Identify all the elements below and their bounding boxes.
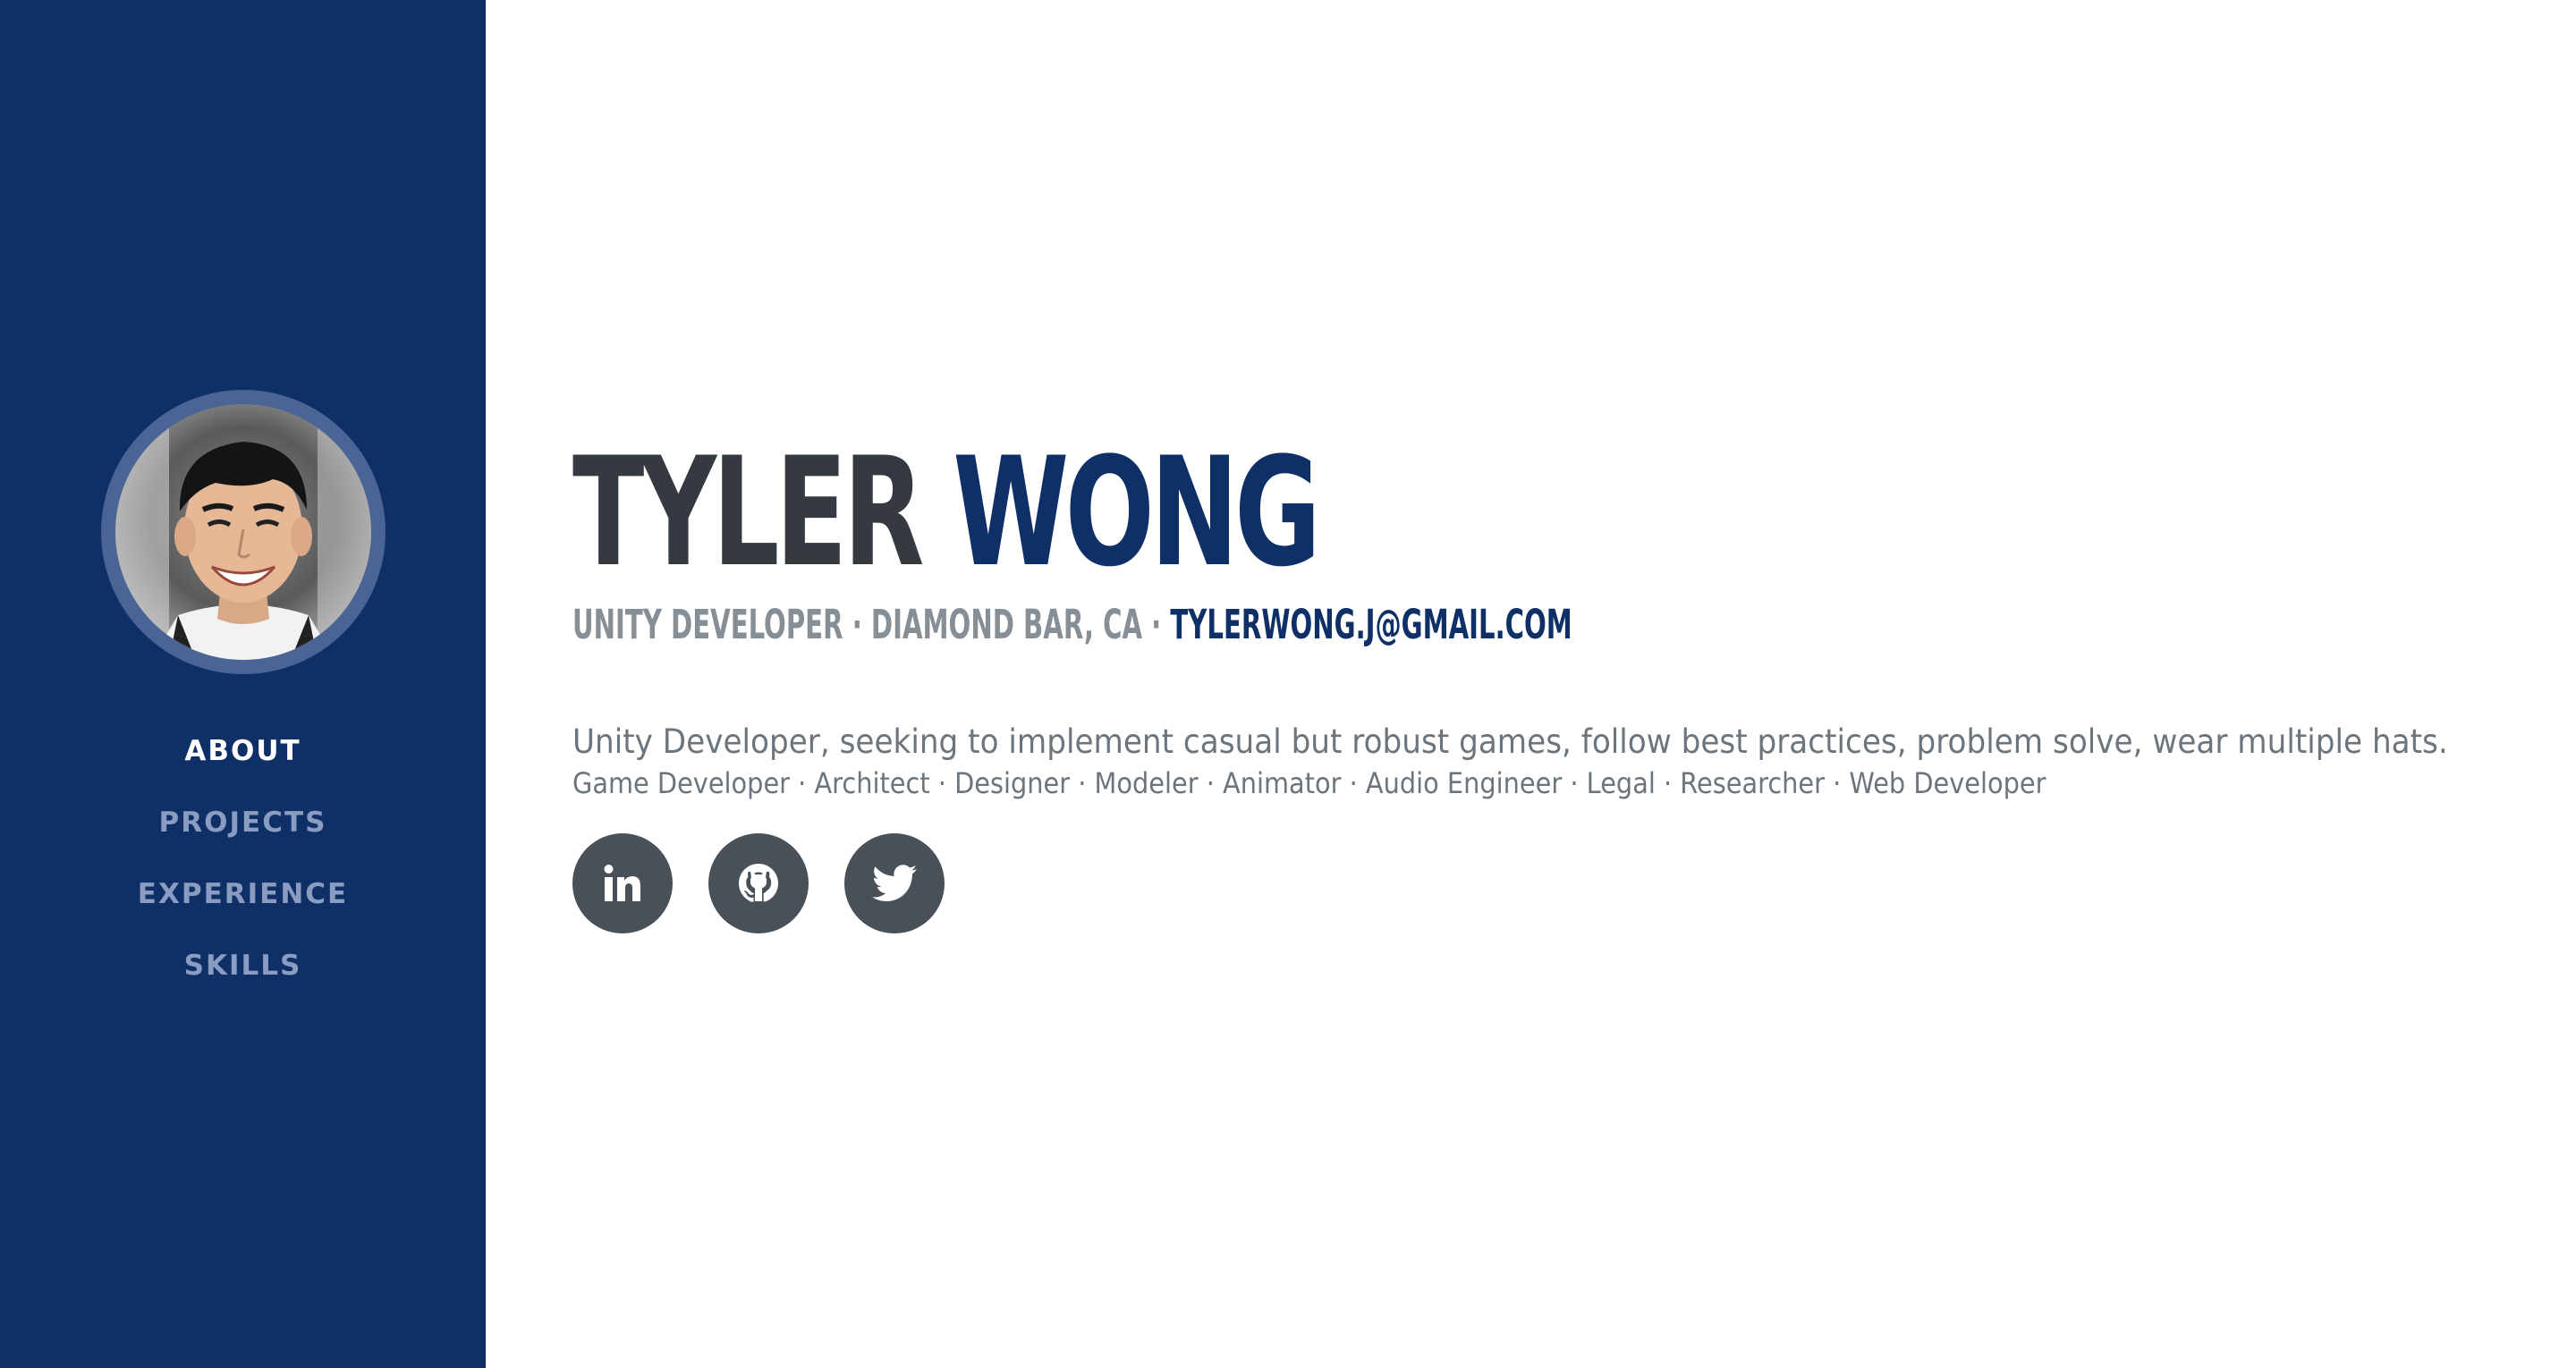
location-text: Diamond Bar, CA — [870, 601, 1143, 648]
roles-list: Game Developer · Architect · Designer · … — [572, 766, 2046, 800]
separator: · — [843, 601, 871, 648]
sidebar: ABOUT PROJECTS EXPERIENCE SKILLS — [0, 0, 486, 1368]
subheading: Unity Developer · Diamond Bar, CA · tyle… — [572, 601, 1572, 649]
nav-item-skills[interactable]: SKILLS — [0, 930, 486, 1001]
nav-item-about[interactable]: ABOUT — [0, 715, 486, 787]
about-section: TYLER WONG Unity Developer · Diamond Bar… — [572, 0, 2540, 1368]
github-button[interactable] — [708, 833, 809, 933]
separator: · — [1142, 601, 1171, 648]
sidebar-nav: ABOUT PROJECTS EXPERIENCE SKILLS — [0, 715, 486, 1001]
email-link[interactable]: tylerwong.j@gmail.com — [1170, 601, 1572, 648]
social-links — [572, 833, 945, 933]
profile-photo — [115, 404, 371, 660]
avatar-ring — [101, 390, 386, 674]
role-text: Unity Developer — [572, 601, 843, 648]
last-name: WONG — [953, 425, 1321, 600]
page-title: TYLER WONG — [572, 425, 1321, 600]
linkedin-icon — [604, 865, 640, 901]
first-name: TYLER — [572, 425, 925, 600]
nav-item-experience[interactable]: EXPERIENCE — [0, 858, 486, 930]
twitter-button[interactable] — [844, 833, 945, 933]
linkedin-button[interactable] — [572, 833, 673, 933]
twitter-icon — [872, 865, 917, 901]
avatar — [115, 404, 371, 660]
summary-text: Unity Developer, seeking to implement ca… — [572, 722, 2448, 761]
nav-item-projects[interactable]: PROJECTS — [0, 787, 486, 858]
github-icon — [739, 864, 778, 902]
